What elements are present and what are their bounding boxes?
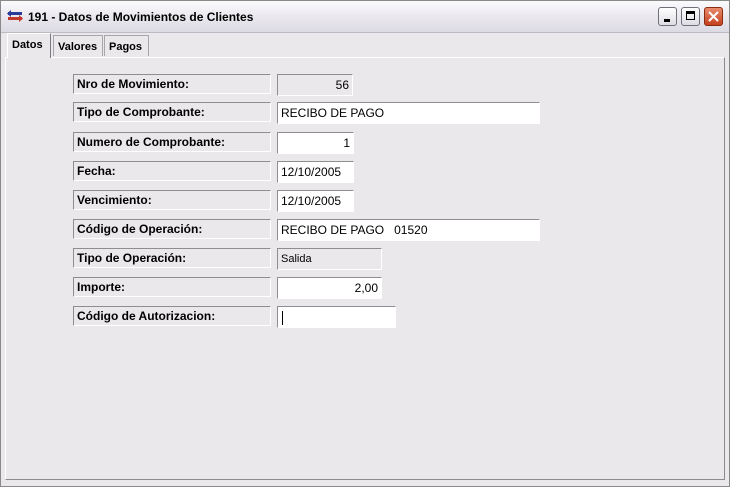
vencimiento-label: Vencimiento: [73, 190, 271, 210]
minimize-icon [664, 19, 670, 22]
text-cursor [282, 310, 283, 325]
numero-comprobante-label: Numero de Comprobante: [73, 132, 271, 152]
tab-datos[interactable]: Datos [7, 33, 51, 58]
tipo-operacion-field: Salida [277, 248, 382, 270]
importe-field[interactable]: 2,00 [277, 277, 382, 299]
codigo-autorizacion-field[interactable] [277, 306, 396, 328]
maximize-button[interactable] [681, 7, 700, 26]
close-button[interactable] [704, 7, 723, 26]
datos-panel: Nro de Movimiento: 56 Tipo de Comprobant… [5, 57, 725, 480]
tipo-operacion-label: Tipo de Operación: [73, 248, 271, 268]
tipo-comprobante-field[interactable]: RECIBO DE PAGO [277, 102, 540, 124]
codigo-operacion-field[interactable]: RECIBO DE PAGO 01520 [277, 219, 540, 241]
nro-movimiento-field: 56 [277, 74, 353, 96]
tab-valores[interactable]: Valores [53, 35, 103, 56]
numero-comprobante-field[interactable]: 1 [277, 132, 354, 154]
maximize-icon [686, 11, 695, 20]
app-icon [7, 10, 23, 22]
tipo-comprobante-label: Tipo de Comprobante: [73, 102, 271, 122]
fecha-label: Fecha: [73, 161, 271, 181]
tab-pagos[interactable]: Pagos [104, 35, 149, 56]
window-title: 191 - Datos de Movimientos de Clientes [28, 10, 254, 24]
main-window: 191 - Datos de Movimientos de Clientes D… [0, 0, 730, 487]
tab-strip: Datos Valores Pagos [5, 33, 727, 58]
importe-label: Importe: [73, 277, 271, 297]
codigo-autorizacion-label: Código de Autorizacion: [73, 306, 271, 326]
vencimiento-field[interactable]: 12/10/2005 [277, 190, 354, 212]
close-icon [708, 11, 719, 22]
title-bar[interactable]: 191 - Datos de Movimientos de Clientes [1, 1, 729, 33]
nro-movimiento-label: Nro de Movimiento: [73, 74, 271, 94]
minimize-button[interactable] [658, 7, 677, 26]
fecha-field[interactable]: 12/10/2005 [277, 161, 354, 183]
codigo-operacion-label: Código de Operación: [73, 219, 271, 239]
